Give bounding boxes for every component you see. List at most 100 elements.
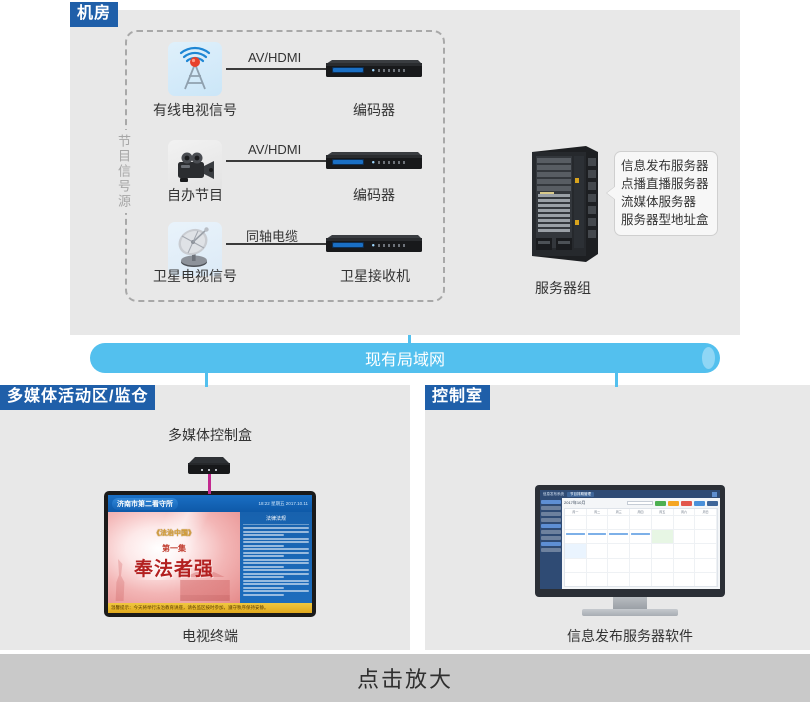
calendar-cell[interactable]: [652, 516, 674, 530]
calendar-cell[interactable]: [695, 572, 718, 587]
control-box-label: 多媒体控制盒: [168, 427, 252, 443]
calendar-cell[interactable]: [587, 544, 609, 558]
sidebar-item-4[interactable]: [541, 518, 561, 522]
software-sidebar: [540, 498, 562, 589]
callout-line-4: 服务器型地址盒: [621, 213, 709, 228]
tv-ticker: 温馨提示：今天将举行法治教育讲座，请各监区按时参加，遵守秩序保持安静。: [108, 603, 312, 613]
calendar-cell[interactable]: [587, 558, 609, 572]
badge-control-room: 控制室: [425, 385, 491, 410]
lan-bar: 现有局域网: [90, 343, 720, 373]
export-button[interactable]: [707, 500, 718, 506]
sidebar-item-6[interactable]: [541, 530, 561, 534]
click-to-enlarge-bar[interactable]: 点击放大: [0, 654, 810, 702]
poster-title-small: 《法治中国》: [153, 530, 195, 538]
link-label-cable-tv: AV/HDMI: [248, 50, 302, 65]
server-rack-icon: [528, 146, 598, 262]
calendar-cell[interactable]: [695, 516, 718, 530]
calendar-cell[interactable]: [608, 558, 631, 572]
software-tab[interactable]: 节目排期管理: [567, 491, 594, 497]
sidebar-item-1[interactable]: [541, 500, 561, 504]
calendar-week-row: [565, 571, 718, 587]
device-label-encoder-2: 编码器: [353, 187, 395, 203]
software-toolbar: 2017年10月: [564, 500, 718, 506]
link-line-cable-tv: [226, 68, 326, 70]
poster-title-sub: 第一集: [162, 543, 186, 553]
connector-lan-to-multimedia: [205, 373, 208, 387]
calendar-cell[interactable]: [565, 572, 587, 587]
connector-lan-to-control-room: [615, 373, 618, 387]
software-topbar: 信息发布系统 节目排期管理: [540, 490, 720, 498]
monitor-neck: [613, 597, 647, 609]
device-label-satellite-receiver: 卫星接收机: [340, 268, 410, 284]
tv-screen: 济南市第二看守所 18:22 星期五 2017.10.11 《法治中国》 第一集…: [108, 495, 312, 613]
monitor-bezel: 信息发布系统 节目排期管理 2017年10月 周一 周二 周三 周四 周五 周六…: [535, 485, 725, 597]
calendar-cell[interactable]: [565, 516, 587, 530]
calendar-cell[interactable]: [674, 572, 696, 587]
sidebar-item-8[interactable]: [541, 542, 561, 546]
tv-side-panel: 法律法规: [240, 512, 312, 603]
calendar-cell[interactable]: [630, 544, 652, 558]
query-button[interactable]: [694, 500, 705, 506]
calendar-cell[interactable]: [651, 530, 674, 544]
delete-button[interactable]: [681, 500, 692, 506]
calendar-cell[interactable]: [587, 516, 609, 530]
calendar-cell[interactable]: [630, 572, 652, 587]
link-label-self-program: AV/HDMI: [248, 142, 302, 157]
calendar-grid[interactable]: 周一 周二 周三 周四 周五 周六 周日: [564, 508, 718, 587]
lan-label: 现有局域网: [364, 352, 445, 369]
calendar-cell[interactable]: [608, 516, 631, 530]
tv-main-poster: 《法治中国》 第一集 奉法者强: [108, 512, 240, 603]
tv-terminal-label: 电视终端: [182, 628, 238, 644]
calendar-cell[interactable]: [652, 572, 674, 587]
poster-title-main: 奉法者强: [133, 558, 215, 580]
calendar-cell[interactable]: [565, 544, 587, 558]
calendar-cell[interactable]: [695, 530, 718, 544]
calendar-cell[interactable]: [608, 544, 631, 558]
sidebar-item-9[interactable]: [541, 548, 561, 552]
calendar-cell[interactable]: [652, 558, 674, 572]
tv-header-time: 18:22 星期五 2017.10.11: [258, 500, 308, 506]
calendar-cell[interactable]: [695, 544, 718, 558]
calendar-cell[interactable]: [608, 572, 631, 587]
calendar-week-row: [565, 515, 718, 530]
calendar-cell[interactable]: [565, 558, 587, 572]
calendar-cell[interactable]: [674, 516, 696, 530]
calendar-cell[interactable]: [630, 530, 652, 544]
calendar-cell[interactable]: [630, 516, 652, 530]
sidebar-item-3[interactable]: [541, 512, 561, 516]
new-button[interactable]: [655, 500, 666, 506]
device-label-encoder-1: 编码器: [353, 102, 395, 118]
calendar-cell[interactable]: [587, 572, 609, 587]
callout-line-1: 信息发布服务器: [621, 159, 709, 173]
calendar-cell[interactable]: [674, 530, 696, 544]
sidebar-item-2[interactable]: [541, 506, 561, 510]
search-input[interactable]: [627, 501, 653, 505]
monitor-screen: 信息发布系统 节目排期管理 2017年10月 周一 周二 周三 周四 周五 周六…: [540, 490, 720, 589]
calendar-cell[interactable]: [587, 530, 609, 544]
link-line-self-program: [226, 160, 326, 162]
calendar-cell[interactable]: [608, 530, 631, 544]
tv-header-title: 济南市第二看守所: [112, 497, 178, 510]
server-group-label: 服务器组: [535, 280, 591, 296]
software-content: 2017年10月 周一 周二 周三 周四 周五 周六 周日: [562, 498, 720, 589]
control-room-monitor: 信息发布系统 节目排期管理 2017年10月 周一 周二 周三 周四 周五 周六…: [535, 485, 725, 617]
lan-end-cap-icon: [702, 347, 715, 369]
edit-button[interactable]: [668, 500, 679, 506]
source-label-self-program: 自办节目: [167, 187, 223, 203]
window-control-icon[interactable]: [712, 491, 717, 497]
badge-machine-room: 机房: [70, 2, 119, 27]
calendar-cell[interactable]: [674, 544, 696, 558]
callout-line-3: 流媒体服务器: [621, 195, 697, 210]
sidebar-item-7[interactable]: [541, 536, 561, 540]
multimedia-cable: [208, 474, 211, 494]
calendar-cell[interactable]: [674, 558, 696, 572]
calendar-cell[interactable]: [652, 544, 674, 558]
calendar-cell[interactable]: [565, 530, 587, 544]
rack-receiver-icon: [326, 232, 422, 254]
calendar-cell[interactable]: [695, 558, 718, 572]
tv-screen-header: 济南市第二看守所 18:22 星期五 2017.10.11: [108, 495, 312, 512]
software-app-title: 信息发布系统: [543, 491, 564, 496]
callout-line-2: 点播直播服务器: [621, 177, 709, 192]
sidebar-item-5[interactable]: [541, 524, 561, 528]
calendar-cell[interactable]: [630, 558, 652, 572]
